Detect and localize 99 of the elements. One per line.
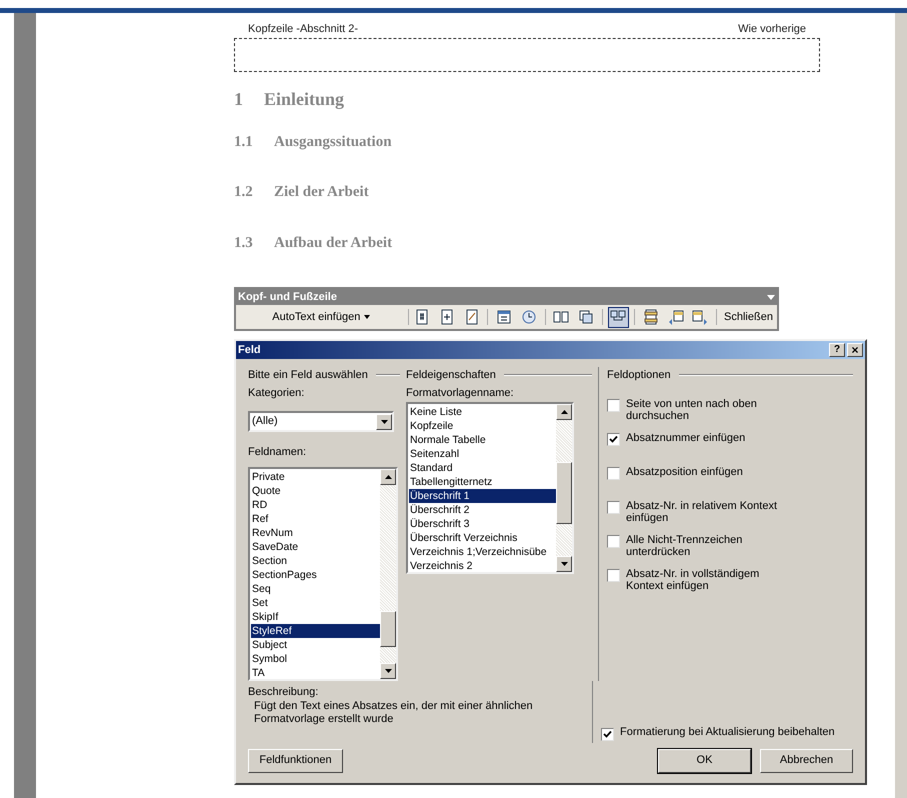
list-item[interactable]: Seitenzahl [409,447,556,461]
list-item[interactable]: Quote [251,484,380,498]
scroll-button[interactable] [380,468,396,484]
heading-number: 1 [234,88,244,110]
help-button[interactable]: ? [829,343,845,357]
option-label[interactable]: Absatz-Nr. in relativem Kontext einfügen [626,500,796,534]
document-brush-icon [464,309,480,325]
close-button[interactable]: × [847,343,863,357]
description-label: Beschreibung: [248,684,320,700]
book-icon [553,309,570,325]
list-item[interactable]: Kopfzeile [409,419,556,433]
dialog-title: Feld [238,342,261,358]
option-label[interactable]: Seite von unten nach oben durchsuchen [626,398,796,432]
dropdown-arrow-icon[interactable] [767,294,775,300]
stacked-pages-icon [578,309,594,325]
autotext-button[interactable]: AutoText einfügen [238,308,405,326]
heading-text: Ausgangssituation [274,132,392,152]
checkbox[interactable] [607,466,620,480]
checkbox[interactable] [601,728,614,740]
heading-text: Aufbau der Arbeit [274,234,392,252]
list-item[interactable]: Normale Tabelle [409,433,556,447]
up-arrow-icon [384,474,392,478]
scroll-button[interactable] [556,556,572,572]
list-item[interactable]: Subject [251,638,380,652]
heading-text: Einleitung [264,88,344,111]
scroll-thumb[interactable] [380,610,396,646]
clock-icon [520,309,537,325]
scroll-thumb[interactable] [556,462,572,524]
same-as-previous-label: Wie vorherige [738,22,806,37]
option-label[interactable]: Absatzposition einfügen [626,466,796,500]
close-toolbar-button[interactable]: Schließen [722,308,775,326]
right-arrow-page-icon [692,309,708,325]
list-item[interactable]: Set [251,596,380,610]
list-item[interactable]: SkipIf [251,610,380,624]
toolbar-title: Kopf- und Fußzeile [238,290,337,305]
header-footer-icon [643,309,660,325]
option-label[interactable]: Formatierung bei Aktualisierung beibehalten [620,724,835,740]
list-item[interactable]: Private [251,470,380,484]
checkbox[interactable] [607,398,620,412]
checkbox[interactable] [607,568,620,582]
checkmark-icon [609,434,618,444]
down-arrow-icon [560,562,568,566]
list-item[interactable]: StyleRef [251,624,380,638]
scroll-button[interactable] [556,404,572,420]
option-label[interactable]: Absatz-Nr. in vollständigem Kontext einfügen [626,568,796,602]
list-item[interactable]: Verzeichnis 2 [409,559,556,572]
calendar-icon [496,309,512,325]
left-arrow-page-icon [668,309,684,325]
style-name-label: Formatvorlagenname: [406,386,515,400]
scrollbar[interactable] [556,404,572,572]
scroll-button[interactable] [376,414,392,430]
list-item[interactable]: TA [251,666,380,678]
fieldnames-label: Feldnamen: [248,445,308,460]
group-title: Feldeigenschaften [406,368,496,383]
down-arrow-icon [384,668,392,672]
option-label[interactable]: Absatznummer einfügen [626,432,796,466]
toolbar-button[interactable] [608,306,630,328]
document-hash-icon [414,309,430,325]
list-item[interactable]: Ref [251,512,380,526]
list-item[interactable]: Überschrift 2 [409,503,556,517]
list-item[interactable]: Keine Liste [409,405,556,419]
categories-label: Kategorien: [248,386,306,400]
dialog-button[interactable]: Feldfunktionen [248,748,343,772]
scroll-button[interactable] [380,662,396,678]
heading-number: 1.1 [234,132,254,152]
list-item[interactable]: Standard [409,461,556,475]
scrollbar[interactable] [380,468,396,678]
heading-number: 1.3 [234,234,254,252]
checkbox[interactable] [607,500,620,514]
list-item[interactable]: Symbol [251,652,380,666]
checkbox[interactable] [607,432,620,446]
checkmark-icon [603,730,612,738]
document-plus-icon [438,309,455,325]
header-label: Kopfzeile -Abschnitt 2- [248,22,358,37]
list-item[interactable]: Verzeichnis 1;Verzeichnisübe [409,545,556,559]
group-title: Feldoptionen [607,368,671,383]
checkbox[interactable] [607,534,620,548]
dialog-button[interactable]: Abbrechen [760,748,853,772]
dropdown-value: (Alle) [252,414,278,430]
list-item[interactable]: Überschrift Verzeichnis [409,531,556,545]
list-item[interactable]: Seq [251,582,380,596]
description-text: Fügt den Text eines Absatzes ein, der mit einer ähnlichen Formatvorlage erstellt wurde [253,700,534,726]
list-item[interactable]: Überschrift 3 [409,517,556,531]
list-item[interactable]: Section [251,554,380,568]
heading-text: Ziel der Arbeit [274,183,369,202]
down-arrow-icon [380,420,388,424]
list-item[interactable]: RD [251,498,380,512]
dialog-button[interactable]: OK [658,748,751,772]
list-item[interactable]: Überschrift 1 [409,489,556,503]
list-item[interactable]: Tabellengitternetz [409,475,556,489]
list-item[interactable]: RevNum [251,526,380,540]
up-arrow-icon [560,410,568,414]
heading-number: 1.2 [234,183,254,202]
caret-icon [364,315,370,319]
categories-dropdown[interactable]: (Alle) [248,411,394,432]
list-item[interactable]: SaveDate [251,540,380,554]
group-title: Bitte ein Feld auswählen [248,368,368,383]
option-label[interactable]: Alle Nicht-Trennzeichen unterdrücken [626,534,796,568]
list-item[interactable]: SectionPages [251,568,380,582]
